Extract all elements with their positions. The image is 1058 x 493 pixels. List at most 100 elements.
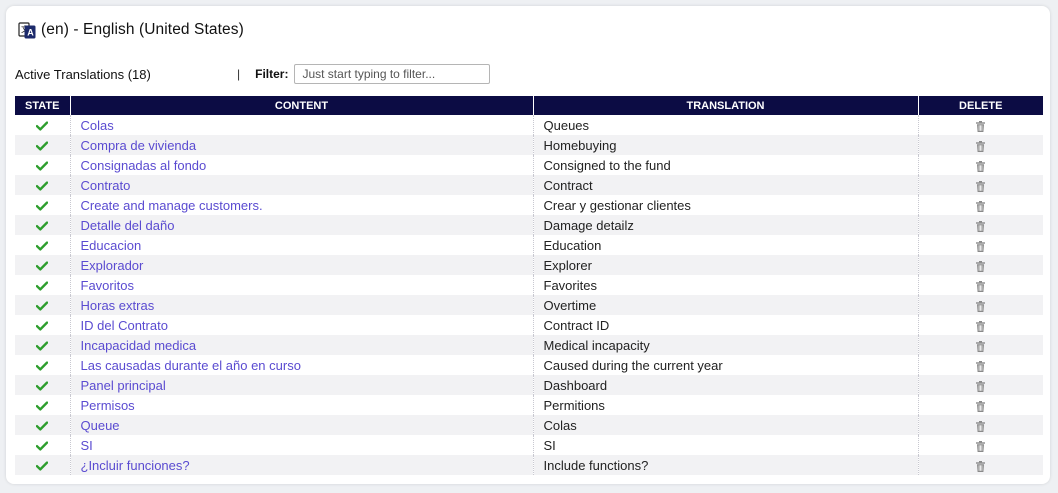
trash-icon[interactable] bbox=[976, 220, 986, 232]
content-link[interactable]: Compra de vivienda bbox=[81, 138, 197, 153]
content-cell[interactable]: Horas extras bbox=[69, 295, 533, 315]
trash-icon[interactable] bbox=[976, 380, 986, 392]
content-cell[interactable]: Las causadas durante el año en curso bbox=[69, 355, 533, 375]
translation-cell[interactable]: Dashboard bbox=[532, 375, 918, 395]
translation-cell[interactable]: Permitions bbox=[532, 395, 918, 415]
content-link[interactable]: ID del Contrato bbox=[81, 318, 168, 333]
trash-icon[interactable] bbox=[976, 300, 986, 312]
trash-icon[interactable] bbox=[976, 120, 986, 132]
content-link[interactable]: Favoritos bbox=[81, 278, 134, 293]
trash-icon[interactable] bbox=[976, 260, 986, 272]
translation-cell[interactable]: Queues bbox=[532, 115, 918, 135]
translation-text[interactable]: SI bbox=[544, 438, 556, 453]
content-cell[interactable]: Incapacidad medica bbox=[69, 335, 533, 355]
trash-icon[interactable] bbox=[976, 400, 986, 412]
trash-icon[interactable] bbox=[976, 440, 986, 452]
checkmark-icon bbox=[36, 341, 49, 351]
content-cell[interactable]: ¿Incluir funciones? bbox=[69, 455, 533, 475]
content-link[interactable]: Explorador bbox=[81, 258, 144, 273]
content-cell[interactable]: Consignadas al fondo bbox=[69, 155, 533, 175]
content-link[interactable]: Create and manage customers. bbox=[81, 198, 263, 213]
state-cell bbox=[15, 335, 70, 355]
trash-icon[interactable] bbox=[976, 160, 986, 172]
trash-icon[interactable] bbox=[976, 240, 986, 252]
filter-toolbar: Active Translations (18) | Filter: bbox=[15, 62, 491, 86]
content-link[interactable]: Detalle del daño bbox=[81, 218, 175, 233]
trash-icon[interactable] bbox=[976, 420, 986, 432]
trash-icon[interactable] bbox=[976, 320, 986, 332]
content-cell[interactable]: Favoritos bbox=[69, 275, 533, 295]
state-cell bbox=[15, 435, 70, 455]
translation-text[interactable]: Education bbox=[544, 238, 602, 253]
translation-text[interactable]: Caused during the current year bbox=[544, 358, 723, 373]
content-link[interactable]: Educacion bbox=[81, 238, 142, 253]
content-cell[interactable]: Educacion bbox=[69, 235, 533, 255]
content-cell[interactable]: Queue bbox=[69, 415, 533, 435]
content-cell[interactable]: Explorador bbox=[69, 255, 533, 275]
translation-text[interactable]: Medical incapacity bbox=[544, 338, 650, 353]
translation-cell[interactable]: Favorites bbox=[532, 275, 918, 295]
translation-text[interactable]: Overtime bbox=[544, 298, 597, 313]
content-link[interactable]: Permisos bbox=[81, 398, 135, 413]
content-cell[interactable]: SI bbox=[69, 435, 533, 455]
filter-input[interactable] bbox=[294, 64, 491, 84]
translation-cell[interactable]: Contract ID bbox=[532, 315, 918, 335]
content-cell[interactable]: Contrato bbox=[69, 175, 533, 195]
translation-text[interactable]: Explorer bbox=[544, 258, 592, 273]
translation-text[interactable]: Crear y gestionar clientes bbox=[544, 198, 691, 213]
translation-text[interactable]: Permitions bbox=[544, 398, 605, 413]
content-cell[interactable]: Panel principal bbox=[69, 375, 533, 395]
content-link[interactable]: Consignadas al fondo bbox=[81, 158, 207, 173]
translation-text[interactable]: Consigned to the fund bbox=[544, 158, 671, 173]
content-cell[interactable]: Compra de vivienda bbox=[69, 135, 533, 155]
translation-text[interactable]: Homebuying bbox=[544, 138, 617, 153]
translation-text[interactable]: Include functions? bbox=[544, 458, 649, 473]
translation-cell[interactable]: Contract bbox=[532, 175, 918, 195]
translation-text[interactable]: Damage detailz bbox=[544, 218, 634, 233]
content-link[interactable]: Contrato bbox=[81, 178, 131, 193]
translation-cell[interactable]: Include functions? bbox=[532, 455, 918, 475]
translation-cell[interactable]: Damage detailz bbox=[532, 215, 918, 235]
table-row: Colas Queues bbox=[15, 115, 1043, 135]
translation-cell[interactable]: Medical incapacity bbox=[532, 335, 918, 355]
trash-icon[interactable] bbox=[976, 460, 986, 472]
content-link[interactable]: Panel principal bbox=[81, 378, 166, 393]
translation-cell[interactable]: Consigned to the fund bbox=[532, 155, 918, 175]
content-cell[interactable]: Create and manage customers. bbox=[69, 195, 533, 215]
translation-cell[interactable]: Education bbox=[532, 235, 918, 255]
translation-text[interactable]: Contract bbox=[544, 178, 593, 193]
column-header-content: CONTENT bbox=[69, 96, 533, 115]
translation-cell[interactable]: Caused during the current year bbox=[532, 355, 918, 375]
translation-text[interactable]: Contract ID bbox=[544, 318, 610, 333]
content-link[interactable]: Horas extras bbox=[81, 298, 155, 313]
translation-text[interactable]: Queues bbox=[544, 118, 590, 133]
checkmark-icon bbox=[36, 321, 49, 331]
content-cell[interactable]: Colas bbox=[69, 115, 533, 135]
content-link[interactable]: Colas bbox=[81, 118, 114, 133]
trash-icon[interactable] bbox=[976, 140, 986, 152]
translation-text[interactable]: Colas bbox=[544, 418, 577, 433]
content-link[interactable]: ¿Incluir funciones? bbox=[81, 458, 190, 473]
content-link[interactable]: Queue bbox=[81, 418, 120, 433]
translation-cell[interactable]: Overtime bbox=[532, 295, 918, 315]
trash-icon[interactable] bbox=[976, 360, 986, 372]
translation-cell[interactable]: Homebuying bbox=[532, 135, 918, 155]
trash-icon[interactable] bbox=[976, 200, 986, 212]
content-link[interactable]: Las causadas durante el año en curso bbox=[81, 358, 301, 373]
trash-icon[interactable] bbox=[976, 180, 986, 192]
content-cell[interactable]: ID del Contrato bbox=[69, 315, 533, 335]
translation-cell[interactable]: Colas bbox=[532, 415, 918, 435]
translation-cell[interactable]: Crear y gestionar clientes bbox=[532, 195, 918, 215]
content-cell[interactable]: Detalle del daño bbox=[69, 215, 533, 235]
trash-icon[interactable] bbox=[976, 340, 986, 352]
content-link[interactable]: SI bbox=[81, 438, 93, 453]
content-cell[interactable]: Permisos bbox=[69, 395, 533, 415]
trash-icon[interactable] bbox=[976, 280, 986, 292]
state-cell bbox=[15, 375, 70, 395]
translation-text[interactable]: Favorites bbox=[544, 278, 597, 293]
translation-cell[interactable]: SI bbox=[532, 435, 918, 455]
panel-header: 文 A (en) - English (United States) bbox=[18, 20, 244, 40]
content-link[interactable]: Incapacidad medica bbox=[81, 338, 197, 353]
translation-cell[interactable]: Explorer bbox=[532, 255, 918, 275]
translation-text[interactable]: Dashboard bbox=[544, 378, 608, 393]
